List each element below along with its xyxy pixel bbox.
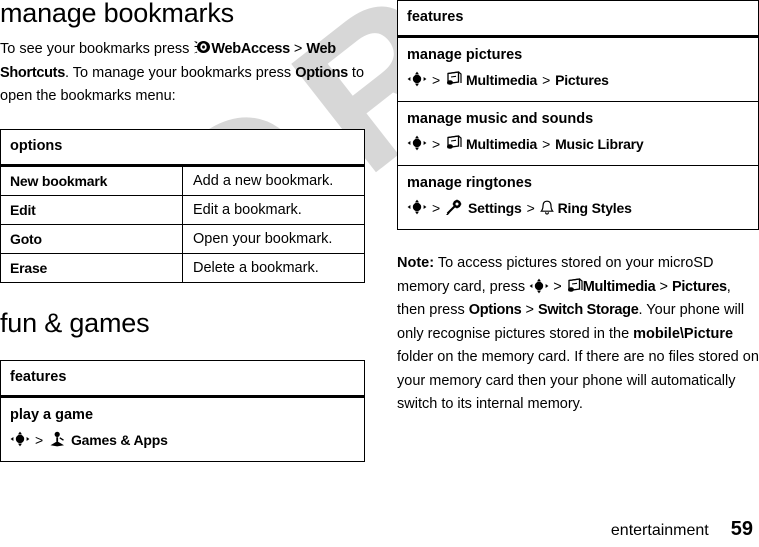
options-table: options New bookmark Add a new bookmark.… [0, 128, 365, 283]
webaccess-icon [193, 40, 211, 55]
table-row: manage ringtones > Settings > Ring Style… [397, 165, 759, 230]
table-row: New bookmark Add a new bookmark. [0, 164, 365, 196]
path-separator: > [35, 431, 43, 448]
note-sep-2: > [659, 278, 668, 295]
note-sep-1: > [553, 278, 562, 295]
page-title-manage-bookmarks: manage bookmarks [0, 0, 234, 28]
feature-title: manage music and sounds [407, 111, 594, 127]
path-separator: > [432, 200, 440, 216]
feature-path: > Multimedia > Pictures [407, 68, 758, 92]
path-separator: > [432, 136, 440, 152]
path-label-2: Ring Styles [557, 200, 632, 216]
path-label-2: Pictures [555, 72, 609, 88]
multimedia-icon [445, 71, 462, 87]
path-separator-2: > [542, 72, 551, 88]
feature-cell: manage music and sounds > Multimedia > M… [397, 101, 759, 166]
feature-path: > Games & Apps [10, 428, 364, 452]
path-separator: > [432, 72, 440, 88]
path-separator-2: > [542, 136, 551, 152]
path-label-2: Music Library [555, 136, 644, 152]
page-footer: entertainment 59 [0, 518, 759, 541]
intro-bold-options: Options [295, 64, 348, 81]
option-value: Edit a bookmark. [182, 194, 365, 225]
navigation-key-icon [407, 71, 427, 87]
page-content: manage bookmarks To see your bookmarks p… [0, 0, 759, 547]
left-column: manage bookmarks To see your bookmarks p… [0, 0, 365, 462]
table-row: play a game > Games & Apps [0, 395, 365, 462]
entertainment-features-table: features manage pictures > Multimedia > … [397, 0, 759, 230]
note-bold-switch-storage: Switch Storage [537, 302, 639, 318]
path-label-1: Multimedia [465, 136, 538, 152]
feature-cell: manage pictures > Multimedia > Pictures [397, 36, 759, 102]
option-key: Erase [0, 252, 183, 283]
intro-text-1: To see your bookmarks press [0, 41, 194, 57]
navigation-key-icon [407, 199, 427, 215]
feature-path: > Settings > Ring Styles [407, 196, 758, 220]
feature-title: play a game [10, 406, 94, 423]
table-row: Edit Edit a bookmark. [0, 194, 365, 225]
intro-bold-webaccess: WebAccess [211, 41, 290, 57]
multimedia-icon [445, 135, 462, 151]
options-table-wrap: options New bookmark Add a new bookmark.… [0, 128, 365, 283]
note-label: Note: [397, 255, 435, 271]
intro-text-2: . To manage your bookmarks press [64, 64, 296, 81]
footer-page-number: 59 [730, 518, 753, 540]
games-apps-icon [48, 431, 67, 447]
path-label-1: Settings [467, 200, 522, 216]
options-table-header: options [0, 128, 365, 167]
option-value: Open your bookmark. [182, 223, 365, 254]
note-bold-mobile-picture: mobile\Picture [633, 325, 734, 342]
option-key: Edit [0, 194, 183, 225]
navigation-key-icon [10, 431, 30, 447]
features-table-header: features [0, 359, 365, 398]
ring-styles-bell-icon [539, 200, 554, 215]
right-column: features manage pictures > Multimedia > … [397, 0, 759, 417]
table-header-row: features [0, 359, 365, 398]
features-table-header: features [397, 0, 759, 38]
path-separator-2: > [526, 200, 535, 216]
fun-games-features-table: features play a game > Games & Apps [0, 359, 365, 462]
feature-cell: play a game > Games & Apps [0, 395, 365, 462]
intro-sep-1: > [293, 41, 303, 57]
table-row: Erase Delete a bookmark. [0, 252, 365, 283]
table-row: Goto Open your bookmark. [0, 223, 365, 254]
option-value: Add a new bookmark. [182, 164, 365, 196]
note-paragraph: Note: To access pictures stored on your … [397, 252, 759, 417]
feature-title: manage ringtones [407, 175, 532, 191]
feature-path: > Multimedia > Music Library [407, 132, 758, 156]
feature-cell: manage ringtones > Settings > Ring Style… [397, 165, 759, 230]
navigation-key-icon [407, 135, 427, 151]
navigation-key-icon [529, 278, 549, 294]
path-label: Games & Apps [70, 431, 168, 448]
option-key: New bookmark [0, 164, 183, 196]
table-row: manage music and sounds > Multimedia > M… [397, 101, 759, 166]
table-header-row: features [397, 0, 759, 38]
footer-section-label: entertainment [610, 522, 709, 539]
option-key: Goto [0, 223, 183, 254]
note-sep-3: > [525, 302, 534, 318]
intro-paragraph: To see your bookmarks press WebAccess > … [0, 38, 365, 109]
feature-title: manage pictures [407, 47, 523, 63]
settings-icon [445, 199, 464, 215]
option-value: Delete a bookmark. [182, 252, 365, 283]
note-bold-options: Options [468, 302, 522, 318]
multimedia-icon [566, 277, 583, 294]
fun-games-table-wrap: features play a game > Games & Apps [0, 359, 365, 462]
table-row: manage pictures > Multimedia > Pictures [397, 36, 759, 102]
page-title-fun-and-games: fun & games [0, 307, 150, 338]
note-bold-multimedia: Multimedia [582, 278, 656, 295]
table-header-row: options [0, 128, 365, 167]
note-bold-pictures: Pictures [671, 278, 727, 295]
path-label-1: Multimedia [465, 72, 538, 88]
note-text-4: folder on the memory card. If there are … [397, 349, 759, 412]
